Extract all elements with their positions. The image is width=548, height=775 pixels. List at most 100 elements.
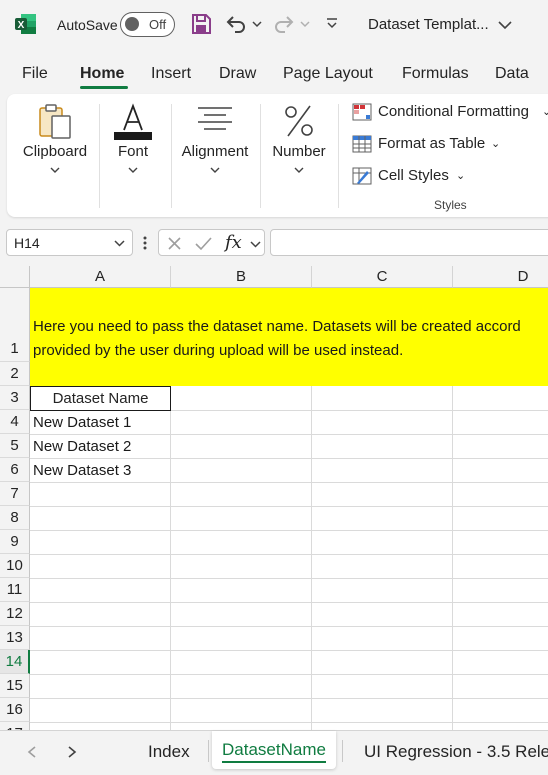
customize-toolbar-icon[interactable] — [322, 12, 346, 36]
tab-file[interactable]: File — [22, 65, 48, 83]
ribbon-separator — [171, 104, 172, 208]
gridline — [30, 434, 548, 435]
gridline — [30, 506, 548, 507]
tab-home[interactable]: Home — [80, 65, 124, 83]
name-box-value: H14 — [14, 235, 40, 251]
name-box-chevron-down-icon[interactable] — [114, 239, 125, 247]
row-header-4[interactable]: 4 — [0, 410, 30, 434]
row-header-10[interactable]: 10 — [0, 554, 30, 578]
cell-styles-chevron-icon: ⌄ — [456, 170, 466, 182]
instruction-line-2: provided by the user during upload will … — [33, 342, 404, 359]
row-header-5[interactable]: 5 — [0, 434, 30, 458]
spreadsheet-grid[interactable]: A B C D Here you need to pass the datase… — [0, 266, 548, 730]
save-icon[interactable] — [189, 12, 213, 36]
next-sheet-arrow-icon[interactable] — [66, 745, 78, 759]
row-header-8[interactable]: 8 — [0, 506, 30, 530]
gridline — [30, 626, 548, 627]
cell-a5[interactable]: New Dataset 2 — [33, 438, 131, 455]
clipboard-group[interactable]: Clipboard — [15, 94, 95, 217]
clipboard-chevron-down-icon — [50, 167, 60, 173]
column-header-a[interactable]: A — [30, 266, 171, 288]
column-header-d[interactable]: D — [453, 266, 548, 288]
select-all-corner[interactable] — [0, 266, 30, 288]
tab-formulas[interactable]: Formulas — [402, 65, 469, 83]
tab-draw[interactable]: Draw — [219, 65, 256, 83]
gridline — [30, 602, 548, 603]
formula-buttons: fx — [158, 229, 265, 256]
row-header-3[interactable]: 3 — [0, 386, 30, 410]
tab-data[interactable]: Data — [495, 65, 529, 83]
number-group[interactable]: Number — [265, 94, 333, 217]
clipboard-label: Clipboard — [22, 143, 88, 160]
column-header-b[interactable]: B — [171, 266, 312, 288]
cell-a4[interactable]: New Dataset 1 — [33, 414, 131, 431]
sheet-tab-index[interactable]: Index — [148, 742, 190, 762]
row-header-17[interactable]: 17 — [0, 722, 30, 730]
row-header-15[interactable]: 15 — [0, 674, 30, 698]
row-header-6[interactable]: 6 — [0, 458, 30, 482]
active-sheet-indicator — [222, 761, 326, 763]
dataset-name-header-cell[interactable]: Dataset Name — [30, 386, 171, 411]
row-header-14[interactable]: 14 — [0, 650, 30, 674]
tab-page-layout[interactable]: Page Layout — [283, 65, 373, 83]
cell-styles-icon — [352, 167, 372, 185]
instruction-line-1: Here you need to pass the dataset name. … — [33, 318, 521, 335]
name-box[interactable]: H14 — [6, 229, 133, 256]
enter-check-icon[interactable] — [195, 236, 212, 251]
conditional-formatting-label: Conditional Formatting — [378, 103, 529, 120]
autosave-label: AutoSave — [57, 17, 118, 33]
row-header-1[interactable]: 1 — [0, 288, 30, 362]
formula-input[interactable] — [270, 229, 548, 256]
alignment-label: Alignment — [181, 143, 249, 160]
cell-a6[interactable]: New Dataset 3 — [33, 462, 131, 479]
font-chevron-down-icon — [128, 167, 138, 173]
redo-icon[interactable] — [272, 12, 296, 36]
row-header-13[interactable]: 13 — [0, 626, 30, 650]
autosave-state: Off — [149, 17, 167, 32]
gridline — [30, 674, 548, 675]
row-header-16[interactable]: 16 — [0, 698, 30, 722]
cancel-icon[interactable] — [167, 236, 182, 251]
format-as-table-label: Format as Table — [378, 135, 486, 152]
excel-logo-icon: X — [15, 14, 36, 34]
conditional-formatting-icon — [352, 103, 372, 121]
font-color-icon — [114, 103, 152, 140]
formula-bar: H14 fx — [0, 226, 548, 258]
font-group[interactable]: Font — [103, 94, 163, 217]
sheet-tab-separator — [342, 740, 343, 762]
conditional-formatting-chevron-icon: ⌄ — [542, 106, 548, 118]
format-as-table-chevron-icon: ⌄ — [491, 138, 501, 150]
ribbon-separator — [338, 104, 339, 208]
clipboard-icon — [39, 104, 71, 139]
format-as-table-icon — [352, 135, 372, 153]
title-chevron-down-icon[interactable] — [497, 17, 513, 33]
sheet-tab-datasetname[interactable]: DatasetName — [212, 731, 336, 769]
row-header-7[interactable]: 7 — [0, 482, 30, 506]
tab-insert[interactable]: Insert — [151, 65, 191, 83]
toggle-knob — [125, 17, 139, 31]
redo-dropdown-chevron-icon[interactable] — [298, 12, 312, 36]
more-options-icon[interactable] — [142, 235, 148, 251]
number-chevron-down-icon — [294, 167, 304, 173]
gridline — [30, 650, 548, 651]
autosave-toggle[interactable]: Off — [120, 12, 175, 37]
sheet-tab-bar: Index DatasetName UI Regression - 3.5 Re… — [0, 730, 548, 775]
alignment-group[interactable]: Alignment — [175, 94, 255, 217]
row-header-11[interactable]: 11 — [0, 578, 30, 602]
insert-function-icon[interactable]: fx — [225, 232, 242, 253]
column-header-c[interactable]: C — [312, 266, 453, 288]
function-chevron-down-icon[interactable] — [250, 240, 261, 248]
previous-sheet-arrow-icon[interactable] — [26, 745, 38, 759]
undo-dropdown-chevron-icon[interactable] — [250, 12, 264, 36]
ribbon-separator — [260, 104, 261, 208]
undo-icon[interactable] — [224, 12, 248, 36]
gridline — [30, 530, 548, 531]
alignment-chevron-down-icon — [210, 167, 220, 173]
sheet-tab-ui-regression[interactable]: UI Regression - 3.5 Rele — [364, 742, 548, 762]
gridline — [30, 458, 548, 459]
document-title[interactable]: Dataset Templat... — [368, 16, 489, 33]
row-header-9[interactable]: 9 — [0, 530, 30, 554]
row-header-12[interactable]: 12 — [0, 602, 30, 626]
ribbon: Clipboard Font Alignment Number Conditio… — [7, 94, 548, 217]
row-header-2[interactable]: 2 — [0, 362, 30, 386]
